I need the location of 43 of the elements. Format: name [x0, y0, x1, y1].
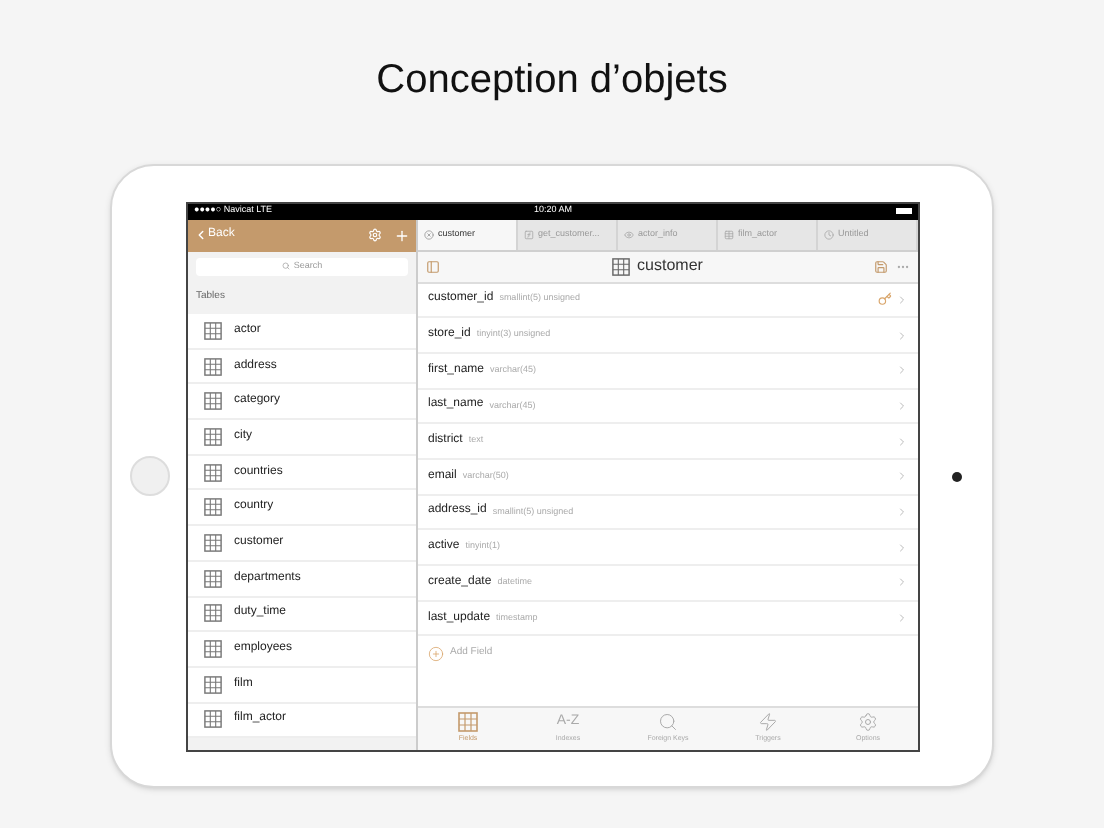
table-icon	[204, 675, 222, 694]
back-chevron-icon	[194, 228, 208, 242]
table-icon	[204, 640, 222, 659]
home-button[interactable]	[129, 456, 169, 496]
table-icon	[458, 711, 478, 732]
table-icon	[204, 463, 222, 482]
function-icon	[524, 229, 534, 239]
clock-icon	[824, 229, 834, 239]
chevron-icon	[896, 329, 908, 342]
battery-icon	[896, 208, 912, 214]
eye-icon	[624, 229, 634, 239]
table-icon	[204, 710, 222, 729]
table-title: customer	[637, 254, 703, 278]
table-icon	[724, 229, 734, 239]
table-icon	[204, 533, 222, 552]
chevron-icon	[896, 399, 908, 412]
table-icon	[204, 321, 222, 340]
table-icon	[611, 257, 630, 275]
chevron-icon	[896, 576, 908, 589]
sidebar-toggle-icon[interactable]	[426, 259, 440, 273]
chevron-icon	[896, 293, 908, 306]
settings-icon[interactable]	[368, 228, 382, 242]
add-circle-icon	[428, 645, 444, 662]
magnifier-icon	[658, 711, 678, 732]
table-icon	[204, 427, 222, 446]
table-icon	[204, 604, 222, 623]
lightning-icon	[758, 711, 778, 732]
close-icon	[424, 229, 434, 239]
table-icon	[204, 569, 222, 588]
search-icon	[281, 262, 290, 270]
chevron-icon	[896, 435, 908, 448]
chevron-icon	[896, 541, 908, 554]
chevron-icon	[896, 470, 908, 483]
table-icon	[204, 498, 222, 517]
chevron-icon	[896, 612, 908, 625]
table-icon	[204, 392, 222, 411]
add-icon[interactable]	[394, 227, 410, 243]
gear-icon	[858, 711, 878, 732]
chevron-icon	[896, 364, 908, 377]
headline: Conception d’objets	[376, 56, 728, 106]
chevron-icon	[896, 505, 908, 518]
table-icon	[204, 357, 222, 376]
save-icon[interactable]	[874, 259, 888, 273]
